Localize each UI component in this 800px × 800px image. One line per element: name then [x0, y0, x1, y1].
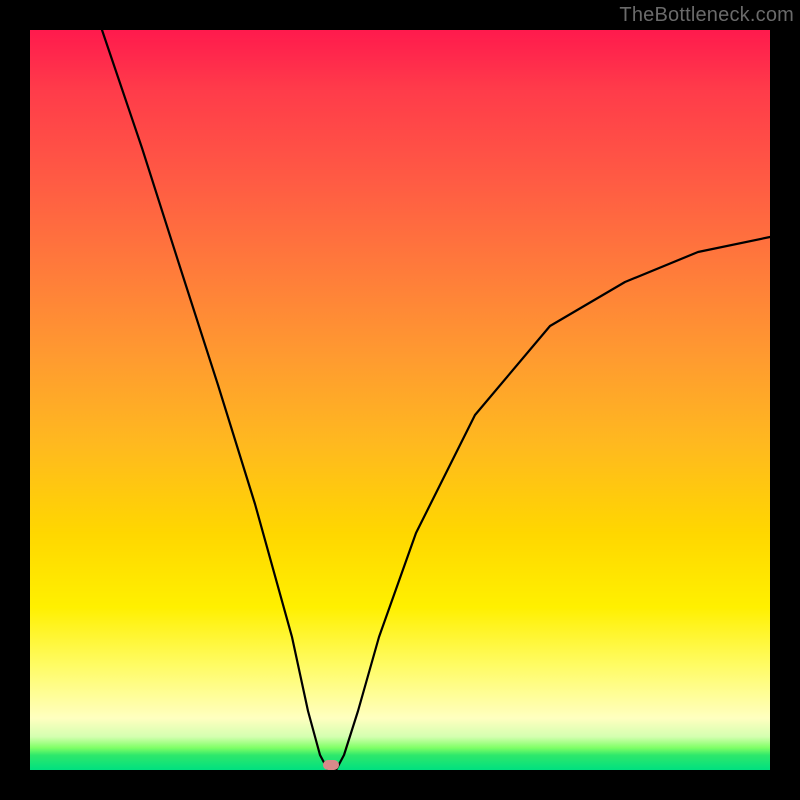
watermark-text: TheBottleneck.com — [619, 4, 794, 27]
minimum-marker — [323, 760, 339, 770]
chart-frame: TheBottleneck.com — [0, 0, 800, 800]
bottleneck-curve — [30, 30, 770, 770]
plot-area — [30, 30, 770, 770]
